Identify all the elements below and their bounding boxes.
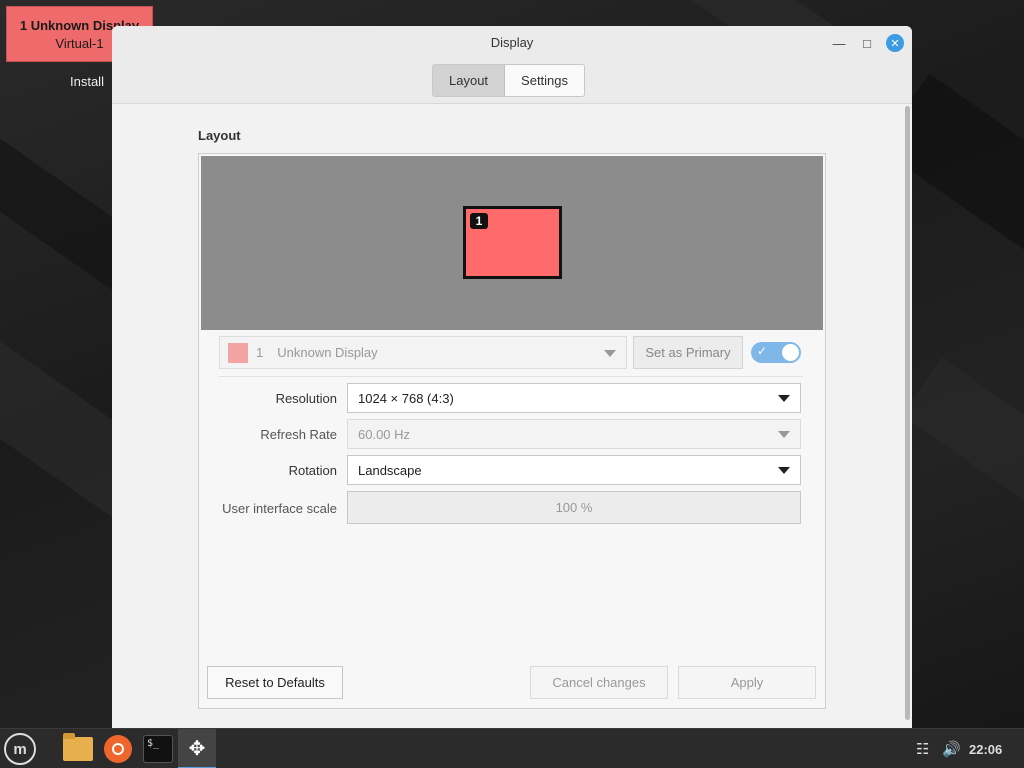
close-icon[interactable]: ✕ (886, 34, 904, 52)
taskbar: m $_ ✥ ☷ 🔊 22:06 (0, 728, 1024, 768)
monitor-number-badge: 1 (470, 213, 488, 229)
scrollbar[interactable] (905, 106, 910, 720)
network-icon[interactable]: ☷ (916, 729, 929, 768)
terminal-launcher[interactable]: $_ (142, 733, 174, 765)
window-title: Display (490, 35, 534, 50)
display-settings-task[interactable]: ✥ (178, 729, 216, 768)
resolution-label: Resolution (275, 391, 337, 406)
firefox-icon (104, 735, 132, 763)
monitor-preview[interactable]: 1 (463, 206, 562, 279)
folder-icon (63, 733, 93, 761)
resolution-dropdown[interactable]: 1024 × 768 (4:3) (347, 383, 801, 413)
ui-scale-slider[interactable]: 100 % (347, 491, 801, 524)
display-select-dropdown[interactable]: 1 Unknown Display (219, 336, 627, 369)
ui-scale-label: User interface scale (222, 501, 337, 516)
firefox-launcher[interactable] (102, 733, 134, 765)
rotation-dropdown[interactable]: Landscape (347, 455, 801, 485)
reset-to-defaults-button[interactable]: Reset to Defaults (207, 666, 343, 699)
toggle-knob (782, 344, 799, 361)
display-select-number: 1 (256, 345, 264, 360)
desktop-install-label[interactable]: Install (70, 74, 104, 89)
refresh-rate-value: 60.00 Hz (358, 426, 411, 442)
refresh-rate-dropdown[interactable]: 60.00 Hz (347, 419, 801, 449)
section-title: Layout (198, 128, 241, 143)
chevron-down-icon (604, 350, 616, 357)
tab-layout[interactable]: Layout (433, 65, 506, 96)
set-as-primary-button[interactable]: Set as Primary (633, 336, 743, 369)
clock[interactable]: 22:06 (969, 729, 1002, 768)
maximize-icon[interactable]: □ (858, 34, 876, 52)
titlebar[interactable]: Display — □ ✕ Layout Settings (112, 26, 912, 104)
ui-scale-value: 100 % (555, 500, 593, 515)
display-enabled-toggle[interactable]: ✓ (751, 342, 801, 363)
display-select-name: Unknown Display (277, 345, 378, 360)
apply-button[interactable]: Apply (678, 666, 816, 699)
terminal-icon: $_ (143, 735, 173, 763)
rotation-label: Rotation (288, 463, 337, 478)
menu-button[interactable]: m (4, 733, 36, 765)
tab-switcher: Layout Settings (432, 64, 586, 97)
resolution-value: 1024 × 768 (4:3) (358, 390, 454, 406)
monitor-arrangement-canvas[interactable]: 1 (201, 156, 823, 330)
chevron-down-icon (778, 431, 790, 438)
minimize-icon[interactable]: — (830, 34, 848, 52)
chevron-down-icon (778, 395, 790, 402)
chevron-down-icon (778, 467, 790, 474)
background-shape (901, 357, 1024, 553)
display-settings-window: Display — □ ✕ Layout Settings Layout 1 1… (112, 26, 912, 728)
rotation-value: Landscape (358, 462, 422, 478)
files-launcher[interactable] (62, 733, 94, 765)
cancel-changes-button[interactable]: Cancel changes (530, 666, 668, 699)
divider (219, 376, 803, 377)
layout-frame: 1 1 Unknown Display Set as Primary ✓ Res… (198, 153, 826, 709)
check-icon: ✓ (757, 344, 768, 358)
display-color-swatch (228, 342, 248, 363)
refresh-rate-label: Refresh Rate (260, 427, 337, 442)
mint-logo-icon: m (4, 733, 36, 765)
tab-settings[interactable]: Settings (505, 65, 585, 96)
move-arrows-icon: ✥ (188, 737, 206, 760)
volume-icon[interactable]: 🔊 (942, 729, 961, 768)
